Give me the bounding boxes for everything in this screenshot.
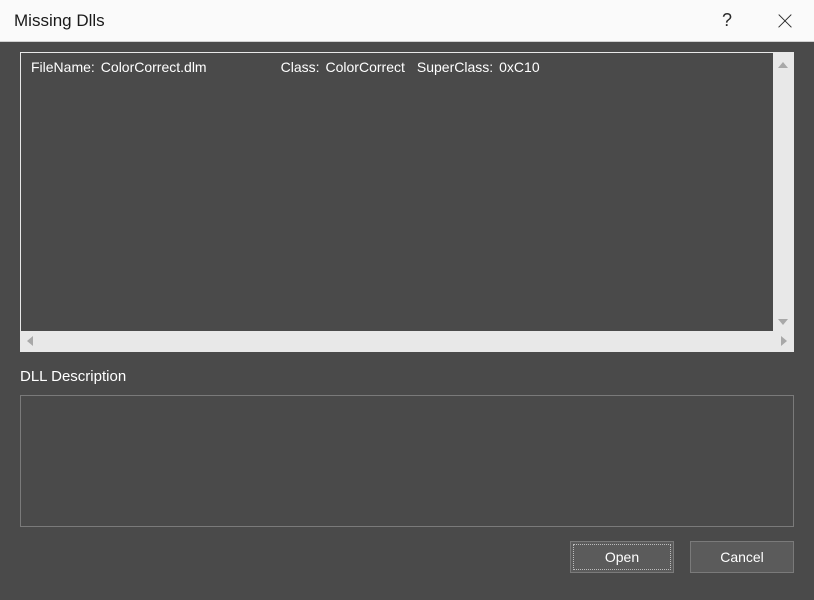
missing-dlls-listbox[interactable]: FileName: ColorCorrect.dlm Class: ColorC… — [20, 52, 794, 352]
close-button[interactable] — [756, 0, 814, 41]
titlebar: Missing Dlls ? — [0, 0, 814, 42]
window-title: Missing Dlls — [14, 11, 698, 31]
scroll-left-icon[interactable] — [27, 335, 33, 348]
cancel-button-label: Cancel — [720, 549, 764, 565]
listbox-content-row: FileName: ColorCorrect.dlm Class: ColorC… — [21, 53, 793, 331]
list-superclass: SuperClass: 0xC10 — [417, 59, 540, 75]
spacer — [219, 59, 269, 75]
listbox-content: FileName: ColorCorrect.dlm Class: ColorC… — [21, 53, 773, 331]
scroll-up-icon[interactable] — [778, 57, 788, 70]
scroll-right-icon[interactable] — [781, 335, 787, 348]
help-icon: ? — [722, 10, 732, 31]
list-filename: FileName: ColorCorrect.dlm — [31, 59, 207, 75]
class-value: ColorCorrect — [326, 59, 405, 75]
open-button[interactable]: Open — [570, 541, 674, 573]
list-item[interactable]: FileName: ColorCorrect.dlm Class: ColorC… — [31, 59, 763, 75]
horizontal-scrollbar[interactable] — [21, 331, 793, 351]
class-label: Class: — [281, 59, 320, 75]
scroll-down-icon[interactable] — [778, 314, 788, 327]
filename-value: ColorCorrect.dlm — [101, 59, 207, 75]
dialog-body: FileName: ColorCorrect.dlm Class: ColorC… — [0, 42, 814, 600]
dll-description-box[interactable] — [20, 395, 794, 527]
dll-description-heading: DLL Description — [20, 368, 794, 385]
superclass-value: 0xC10 — [499, 59, 539, 75]
open-button-label: Open — [605, 549, 639, 565]
close-icon — [778, 14, 792, 28]
list-class: Class: ColorCorrect — [281, 59, 405, 75]
cancel-button[interactable]: Cancel — [690, 541, 794, 573]
vertical-scrollbar[interactable] — [773, 53, 793, 331]
titlebar-buttons: ? — [698, 0, 814, 41]
help-button[interactable]: ? — [698, 0, 756, 41]
filename-label: FileName: — [31, 59, 95, 75]
superclass-label: SuperClass: — [417, 59, 493, 75]
button-row: Open Cancel — [20, 541, 794, 573]
